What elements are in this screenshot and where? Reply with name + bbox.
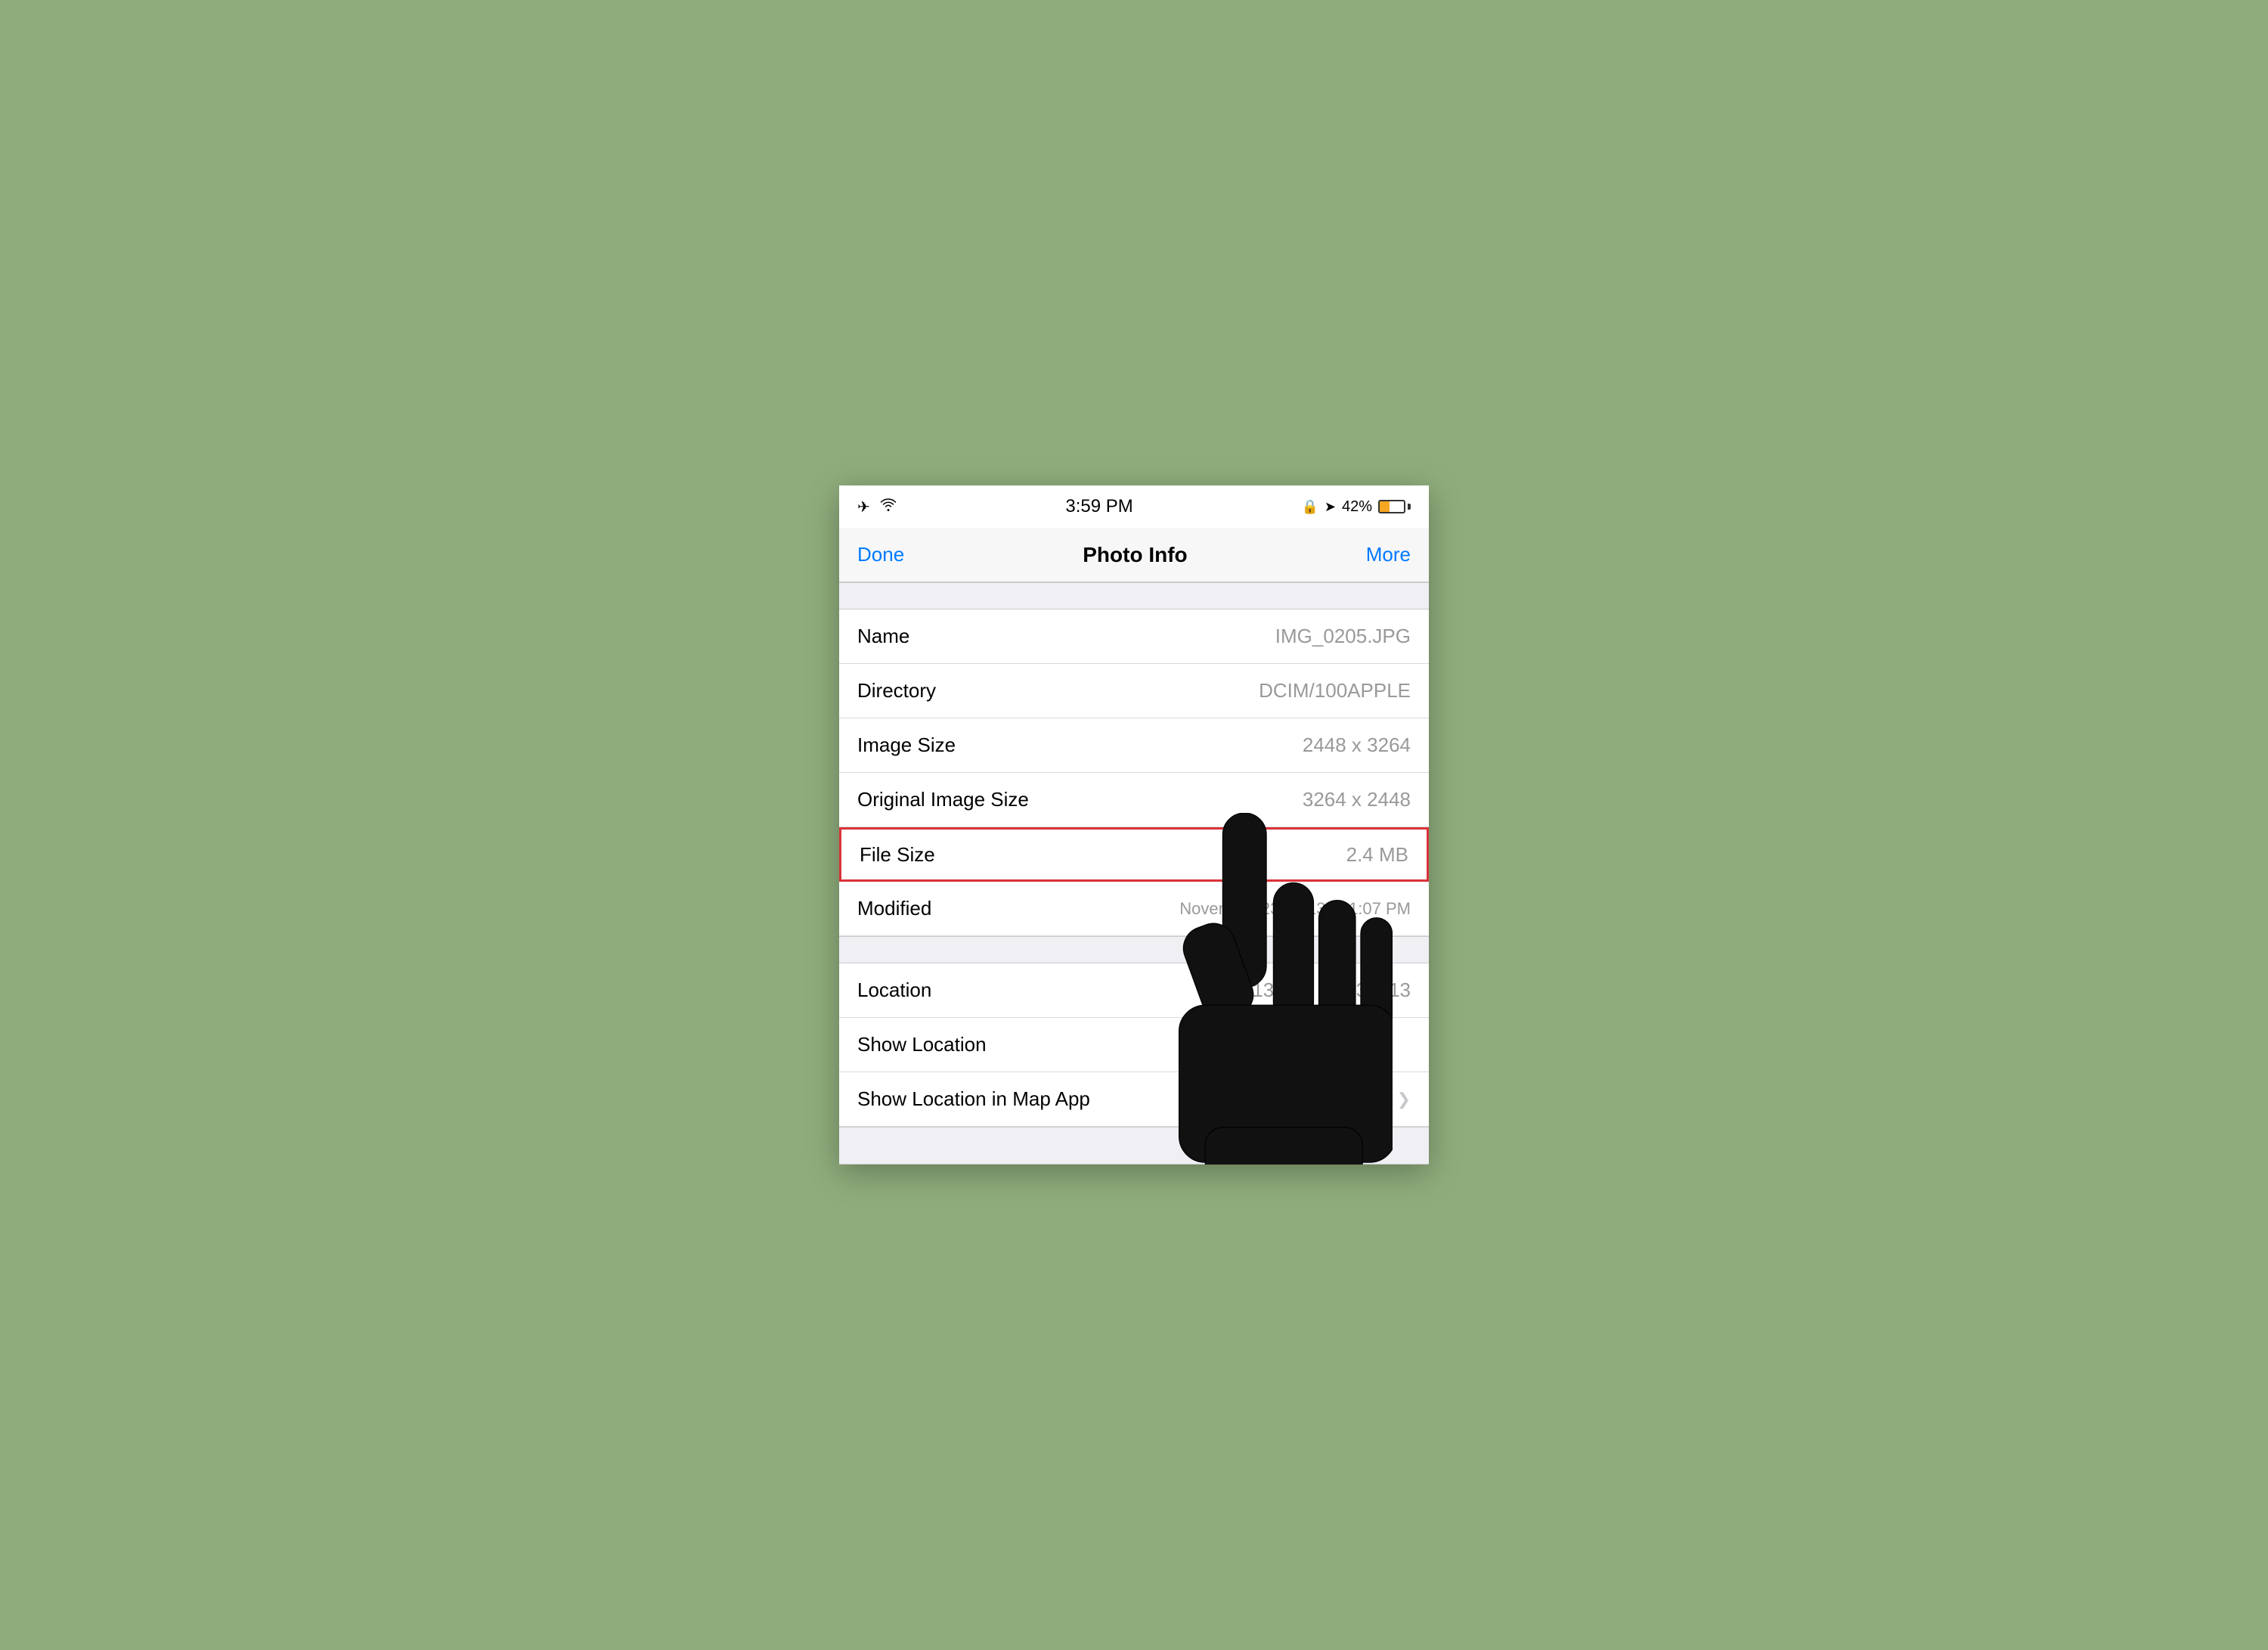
done-button[interactable]: Done — [857, 543, 904, 566]
directory-label: Directory — [857, 679, 936, 702]
image-size-label: Image Size — [857, 734, 956, 757]
location-icon: ➤ — [1325, 499, 1336, 515]
original-image-size-value: 3264 x 2448 — [1303, 788, 1411, 811]
battery-percent: 42% — [1342, 498, 1372, 516]
airplane-icon: ✈ — [857, 498, 870, 516]
modified-value: November 23, 2013 at 1:07 PM — [1179, 899, 1411, 919]
chevron-icon: ❯ — [1397, 1090, 1411, 1109]
location-value: 31.13132, 121.36213 — [1225, 979, 1411, 1002]
modified-row: Modified November 23, 2013 at 1:07 PM — [839, 882, 1429, 936]
phone-frame: ✈ 3:59 PM 🔒 ➤ 42% — [839, 485, 1429, 1165]
show-location-map-label: Show Location in Map App — [857, 1087, 1090, 1111]
file-size-value: 2.4 MB — [1346, 843, 1408, 867]
status-right: 🔒 ➤ 42% — [1301, 498, 1411, 516]
location-row: Location 31.13132, 121.36213 — [839, 963, 1429, 1018]
name-label: Name — [857, 625, 909, 648]
show-location-row[interactable]: Show Location — [839, 1018, 1429, 1072]
modified-label: Modified — [857, 897, 963, 920]
file-size-label: File Size — [860, 843, 935, 867]
top-separator — [839, 582, 1429, 609]
original-image-size-row: Original Image Size 3264 x 2448 — [839, 773, 1429, 827]
status-left: ✈ — [857, 497, 897, 516]
nav-bar: Done Photo Info More — [839, 528, 1429, 582]
name-row: Name IMG_0205.JPG — [839, 609, 1429, 664]
battery-indicator — [1378, 500, 1411, 513]
file-size-row: File Size 2.4 MB — [839, 827, 1429, 882]
nav-title: Photo Info — [1083, 543, 1187, 567]
location-label: Location — [857, 979, 931, 1002]
middle-separator — [839, 936, 1429, 963]
wifi-icon — [879, 497, 897, 516]
directory-value: DCIM/100APPLE — [1259, 679, 1411, 702]
more-button[interactable]: More — [1366, 543, 1411, 566]
directory-row: Directory DCIM/100APPLE — [839, 664, 1429, 718]
bottom-separator — [839, 1127, 1429, 1165]
image-size-row: Image Size 2448 x 3264 — [839, 718, 1429, 773]
lock-icon: 🔒 — [1301, 499, 1318, 515]
name-value: IMG_0205.JPG — [1275, 625, 1411, 648]
image-size-value: 2448 x 3264 — [1303, 734, 1411, 757]
status-time: 3:59 PM — [1065, 496, 1132, 517]
show-location-map-row[interactable]: Show Location in Map App ❯ — [839, 1072, 1429, 1127]
show-location-label: Show Location — [857, 1033, 987, 1056]
status-bar: ✈ 3:59 PM 🔒 ➤ 42% — [839, 485, 1429, 528]
original-image-size-label: Original Image Size — [857, 788, 1029, 811]
